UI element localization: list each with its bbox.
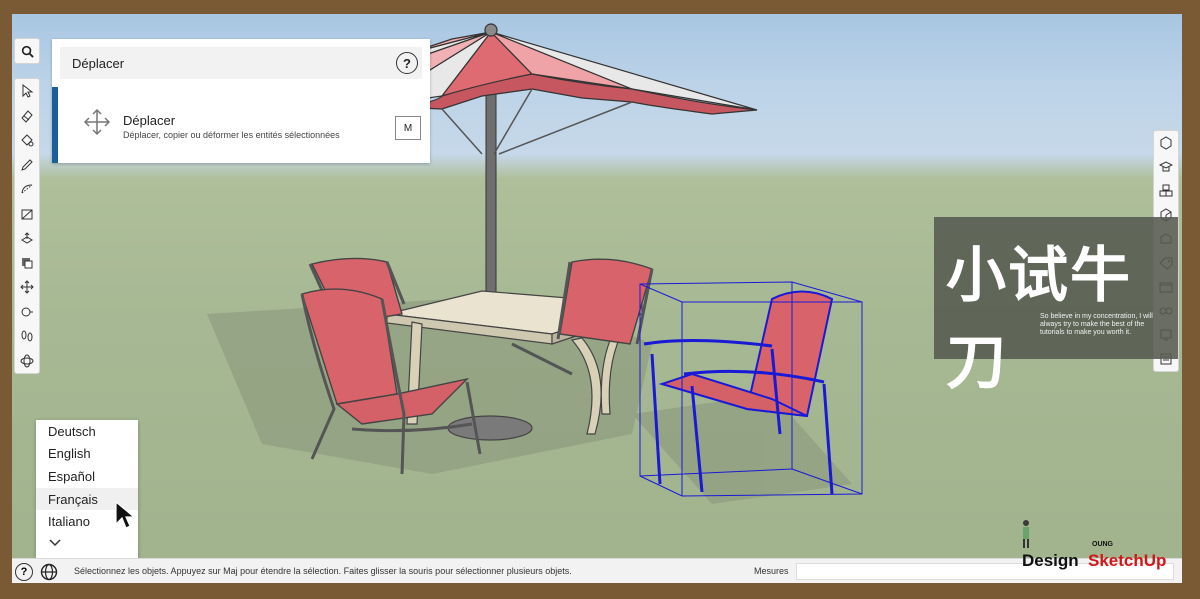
eraser-tool-button[interactable] <box>15 104 39 129</box>
chevron-down-icon <box>49 539 61 547</box>
push-pull-tool-button[interactable] <box>15 226 39 251</box>
caption-overlay: 小试牛刀 So believe in my concentration, I w… <box>934 217 1178 398</box>
measures-label: Mesures <box>754 566 789 576</box>
select-tool-button[interactable] <box>15 79 39 104</box>
instructor-header: Déplacer ? <box>60 47 422 79</box>
mouse-cursor-icon <box>115 500 136 529</box>
status-help-button[interactable]: ? <box>15 563 33 581</box>
push-pull-icon <box>21 232 33 244</box>
components-icon <box>1159 184 1173 197</box>
instructor-tool-card: Déplacer Déplacer, copier ou déformer le… <box>52 87 436 163</box>
move-icon <box>83 108 111 136</box>
rectangle-icon <box>21 209 33 220</box>
offset-icon <box>22 257 33 269</box>
orbit-tool-button[interactable] <box>15 349 39 374</box>
walk-icon <box>21 330 33 342</box>
orbit-icon <box>20 354 34 368</box>
eraser-icon <box>21 110 33 123</box>
watermark-design-text: Design <box>1022 551 1079 570</box>
figure-icon <box>1023 520 1029 548</box>
tool-name: Déplacer <box>123 113 176 128</box>
search-icon <box>21 45 34 58</box>
instructor-button[interactable] <box>1154 155 1178 179</box>
language-item-deutsch[interactable]: Deutsch <box>36 420 138 443</box>
tape-measure-icon <box>21 307 33 317</box>
select-icon <box>22 84 34 98</box>
instructor-title: Déplacer <box>72 55 125 71</box>
watermark-sketchup-text: SketchUp <box>1088 551 1167 570</box>
tape-measure-tool-button[interactable] <box>15 300 39 325</box>
paint-bucket-icon <box>21 134 34 147</box>
language-item-espanol[interactable]: Español <box>36 465 138 488</box>
entity-info-icon <box>1160 136 1172 150</box>
help-button[interactable]: ? <box>396 52 418 74</box>
paint-bucket-tool-button[interactable] <box>15 128 39 153</box>
offset-tool-button[interactable] <box>15 251 39 276</box>
pencil-tool-button[interactable] <box>15 153 39 178</box>
pencil-icon <box>21 159 33 171</box>
viewport[interactable]: Déplacer ? Déplacer Déplacer, copier ou … <box>12 14 1182 583</box>
language-menu: Deutsch English Español Français Italian… <box>36 420 138 560</box>
watermark-small-text: OUNG <box>1092 541 1113 548</box>
watermark-logo: OUNG Design SketchUp <box>1020 519 1180 579</box>
move-icon <box>20 280 34 294</box>
left-toolbar <box>14 78 40 374</box>
status-message: Sélectionnez les objets. Appuyez sur Maj… <box>74 566 572 576</box>
instructor-panel: Déplacer ? Déplacer Déplacer, copier ou … <box>52 39 430 163</box>
arc-tool-button[interactable] <box>15 177 39 202</box>
tool-description: Déplacer, copier ou déformer les entités… <box>123 130 340 140</box>
status-bar: ? Sélectionnez les objets. Appuyez sur M… <box>12 558 1182 583</box>
components-button[interactable] <box>1154 179 1178 203</box>
language-item-english[interactable]: English <box>36 443 138 466</box>
entity-info-button[interactable] <box>1154 131 1178 155</box>
instructor-icon <box>1159 161 1173 172</box>
rectangle-tool-button[interactable] <box>15 202 39 227</box>
move-tool-button[interactable] <box>15 275 39 300</box>
globe-icon[interactable] <box>40 563 58 581</box>
language-more-button[interactable] <box>36 533 138 553</box>
tool-shortcut-key: M <box>395 116 421 140</box>
arc-icon <box>21 184 33 194</box>
walk-tool-button[interactable] <box>15 324 39 349</box>
caption-subtitle: So believe in my concentration, I will a… <box>1040 313 1153 336</box>
search-button[interactable] <box>14 38 40 64</box>
